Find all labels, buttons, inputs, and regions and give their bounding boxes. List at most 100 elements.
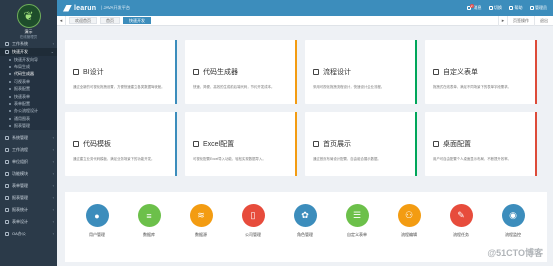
- chevron-left-icon: ‹: [52, 170, 54, 176]
- quick-item-flow-editor[interactable]: ⚇ 流程编辑: [389, 204, 429, 238]
- form-icon: [5, 183, 9, 188]
- sidebar-item-oa[interactable]: OA办公 ‹: [0, 230, 57, 238]
- card-accent-bar: [534, 112, 537, 176]
- switch-label: 切换: [494, 5, 502, 10]
- top-navbar: learun | JAVA开发平台 2 消息 切换 帮助 管理员: [57, 0, 553, 16]
- quick-item-datasource[interactable]: ≋ 数据源: [181, 204, 221, 238]
- chevron-left-icon: ‹: [52, 230, 54, 236]
- card-custom-form[interactable]: 自定义表单 拖拽式在线表单，满足不同场景下的表单字段需求。: [425, 40, 537, 104]
- sidebar-subitem[interactable]: 报表管理: [0, 123, 57, 130]
- chevron-left-icon: ‹: [52, 218, 54, 224]
- card-title-text: 桌面配置: [443, 141, 471, 148]
- tab-scroll-right-button[interactable]: ▸: [498, 15, 507, 26]
- excel-icon: [193, 141, 199, 147]
- logo-mark-icon: [63, 4, 72, 12]
- messages-button[interactable]: 2 消息: [467, 4, 482, 11]
- card-bi-design[interactable]: BI设计 通过全新的可视化拖拽设置，方便快速建立各类数据驾驶舱。: [65, 40, 177, 104]
- card-title-text: Excel配置: [203, 141, 235, 148]
- role-icon: ✿: [293, 204, 317, 227]
- tab-options-button[interactable]: 页签操作: [507, 15, 534, 26]
- card-desktop-config[interactable]: 桌面配置 用户可自由配置个人桌面显示布局，不断提升效率。: [425, 112, 537, 176]
- task-icon: ✎: [449, 204, 473, 227]
- quick-item-role-management[interactable]: ✿ 角色管理: [285, 204, 325, 238]
- sidebar-item-label: 系统管理: [12, 134, 28, 140]
- report-icon: [5, 195, 9, 200]
- flow-icon: [313, 69, 319, 75]
- card-description: 通过建立业务代码模板，满足业务场景下的功能开发。: [73, 157, 155, 161]
- help-icon: [509, 6, 513, 10]
- help-button[interactable]: 帮助: [509, 5, 523, 11]
- system-icon: [5, 135, 9, 140]
- sidebar-submenu: 快速开发向导 布局生成 代码生成器 可视表单 报表配置 快速表单 表单配置 办公…: [0, 56, 57, 130]
- workflow-icon: [5, 147, 9, 152]
- user-icon: [529, 6, 534, 10]
- user-icon: ●: [85, 204, 109, 227]
- card-title: 代码模板: [73, 139, 111, 149]
- template-icon: [73, 141, 79, 147]
- logo[interactable]: learun | JAVA开发平台: [63, 4, 130, 12]
- quick-item-company-management[interactable]: ▯ 公司管理: [233, 204, 273, 238]
- company-icon: ▯: [241, 204, 265, 227]
- quick-item-label: 角色管理: [297, 232, 313, 237]
- card-title: 桌面配置: [433, 139, 471, 149]
- card-code-template[interactable]: 代码模板 通过建立业务代码模板，满足业务场景下的功能开发。: [65, 112, 177, 176]
- sidebar-item-form-design[interactable]: 表单设计 ‹: [0, 218, 57, 226]
- card-description: 快速、简便、高效的生成前后端代码，节约开发成本。: [193, 85, 275, 89]
- sidebar-item-label: 功能模块: [12, 170, 28, 176]
- bullet-icon: [9, 125, 11, 128]
- switch-button[interactable]: 切换: [488, 5, 502, 11]
- quick-item-flow-monitor[interactable]: ◉ 流程监控: [493, 204, 533, 238]
- eye-icon: ◉: [501, 204, 525, 227]
- chevron-left-icon: ‹: [52, 146, 54, 152]
- quick-item-custom-form[interactable]: ☰ 自定义表单: [337, 204, 377, 238]
- brand-name: learun: [74, 4, 97, 12]
- tab-welcome[interactable]: 欢迎首页: [69, 17, 97, 24]
- sidebar-item-system[interactable]: 系统管理 ‹: [0, 134, 57, 142]
- sidebar-item-label: OA办公: [12, 230, 26, 236]
- tab-quick-dev[interactable]: 快速开发: [123, 17, 151, 24]
- quick-item-database[interactable]: ≡ 数据库: [129, 204, 169, 238]
- card-title-text: 自定义表单: [443, 69, 478, 76]
- logout-button[interactable]: 退出: [534, 15, 553, 26]
- card-description: 通过全新的可视化拖拽设置，方便快速建立各类数据驾驶舱。: [73, 85, 165, 89]
- tab-bar: ◂ 欢迎首页 首页 快速开发 ▸ 页签操作 退出: [57, 15, 553, 26]
- card-title: 代码生成器: [193, 67, 238, 77]
- sidebar-item-reports[interactable]: 报表管理 ‹: [0, 194, 57, 202]
- sidebar-item-report-stats[interactable]: 报表统计 ‹: [0, 206, 57, 214]
- sidebar-item-label: 表单设计: [12, 218, 28, 224]
- sidebar-item-modules[interactable]: 功能模块 ‹: [0, 170, 57, 178]
- quick-item-label: 数据源: [195, 232, 207, 237]
- user-menu-button[interactable]: 管理员: [529, 5, 547, 11]
- tab-tools: 页签操作 退出: [507, 15, 553, 26]
- bullet-icon: [9, 80, 11, 83]
- messages-label: 消息: [473, 5, 482, 10]
- list-icon: ☰: [345, 204, 369, 227]
- home-icon: [313, 141, 319, 147]
- user-menu-label: 管理员: [535, 5, 547, 10]
- quick-access-panel: ● 用户管理 ≡ 数据库 ≋ 数据源 ▯ 公司管理 ✿ 角色管理 ☰ 自定义表单: [65, 192, 547, 262]
- chart-icon: [73, 69, 79, 75]
- card-description: 采用可视化拖拽流程设计，快速设计企业流程。: [313, 85, 385, 89]
- card-code-generator[interactable]: 代码生成器 快速、简便、高效的生成前后端代码，节约开发成本。: [185, 40, 297, 104]
- quick-item-user-management[interactable]: ● 用户管理: [77, 204, 117, 238]
- quick-item-label: 公司管理: [245, 232, 261, 237]
- sidebar-item-workspace[interactable]: 工作系统 ‹: [0, 40, 57, 48]
- quick-item-flow-task[interactable]: ✎ 流程任务: [441, 204, 481, 238]
- sidebar: ❦ 演示 在线管理员 工作系统 ‹ 快速开发 ⌄ 快速开发向导 布局生成 代码生…: [0, 0, 57, 266]
- card-excel-config[interactable]: Excel配置 可视化配置Excel导入功能，轻松实现数据导入。: [185, 112, 297, 176]
- tab-scroll-left-button[interactable]: ◂: [57, 15, 66, 26]
- card-title: 首页展示: [313, 139, 351, 149]
- card-flow-design[interactable]: 流程设计 采用可视化拖拽流程设计，快速设计企业流程。: [305, 40, 417, 104]
- sidebar-item-label: 工作系统: [12, 41, 28, 46]
- sidebar-item-workflow[interactable]: 工作流程 ‹: [0, 146, 57, 154]
- chevron-left-icon: ‹: [52, 194, 54, 200]
- card-home-display[interactable]: 首页展示 通过首页布局设计配置，自由组合展示数据。: [305, 112, 417, 176]
- sidebar-item-label: 表单管理: [12, 182, 28, 188]
- switch-icon: [488, 6, 493, 10]
- avatar[interactable]: ❦: [16, 4, 41, 28]
- card-title: 流程设计: [313, 67, 351, 77]
- tab-home[interactable]: 首页: [100, 17, 120, 24]
- sidebar-item-org[interactable]: 单位组织 ‹: [0, 158, 57, 166]
- desktop-icon: [433, 141, 439, 147]
- sidebar-item-forms[interactable]: 表单管理 ‹: [0, 182, 57, 190]
